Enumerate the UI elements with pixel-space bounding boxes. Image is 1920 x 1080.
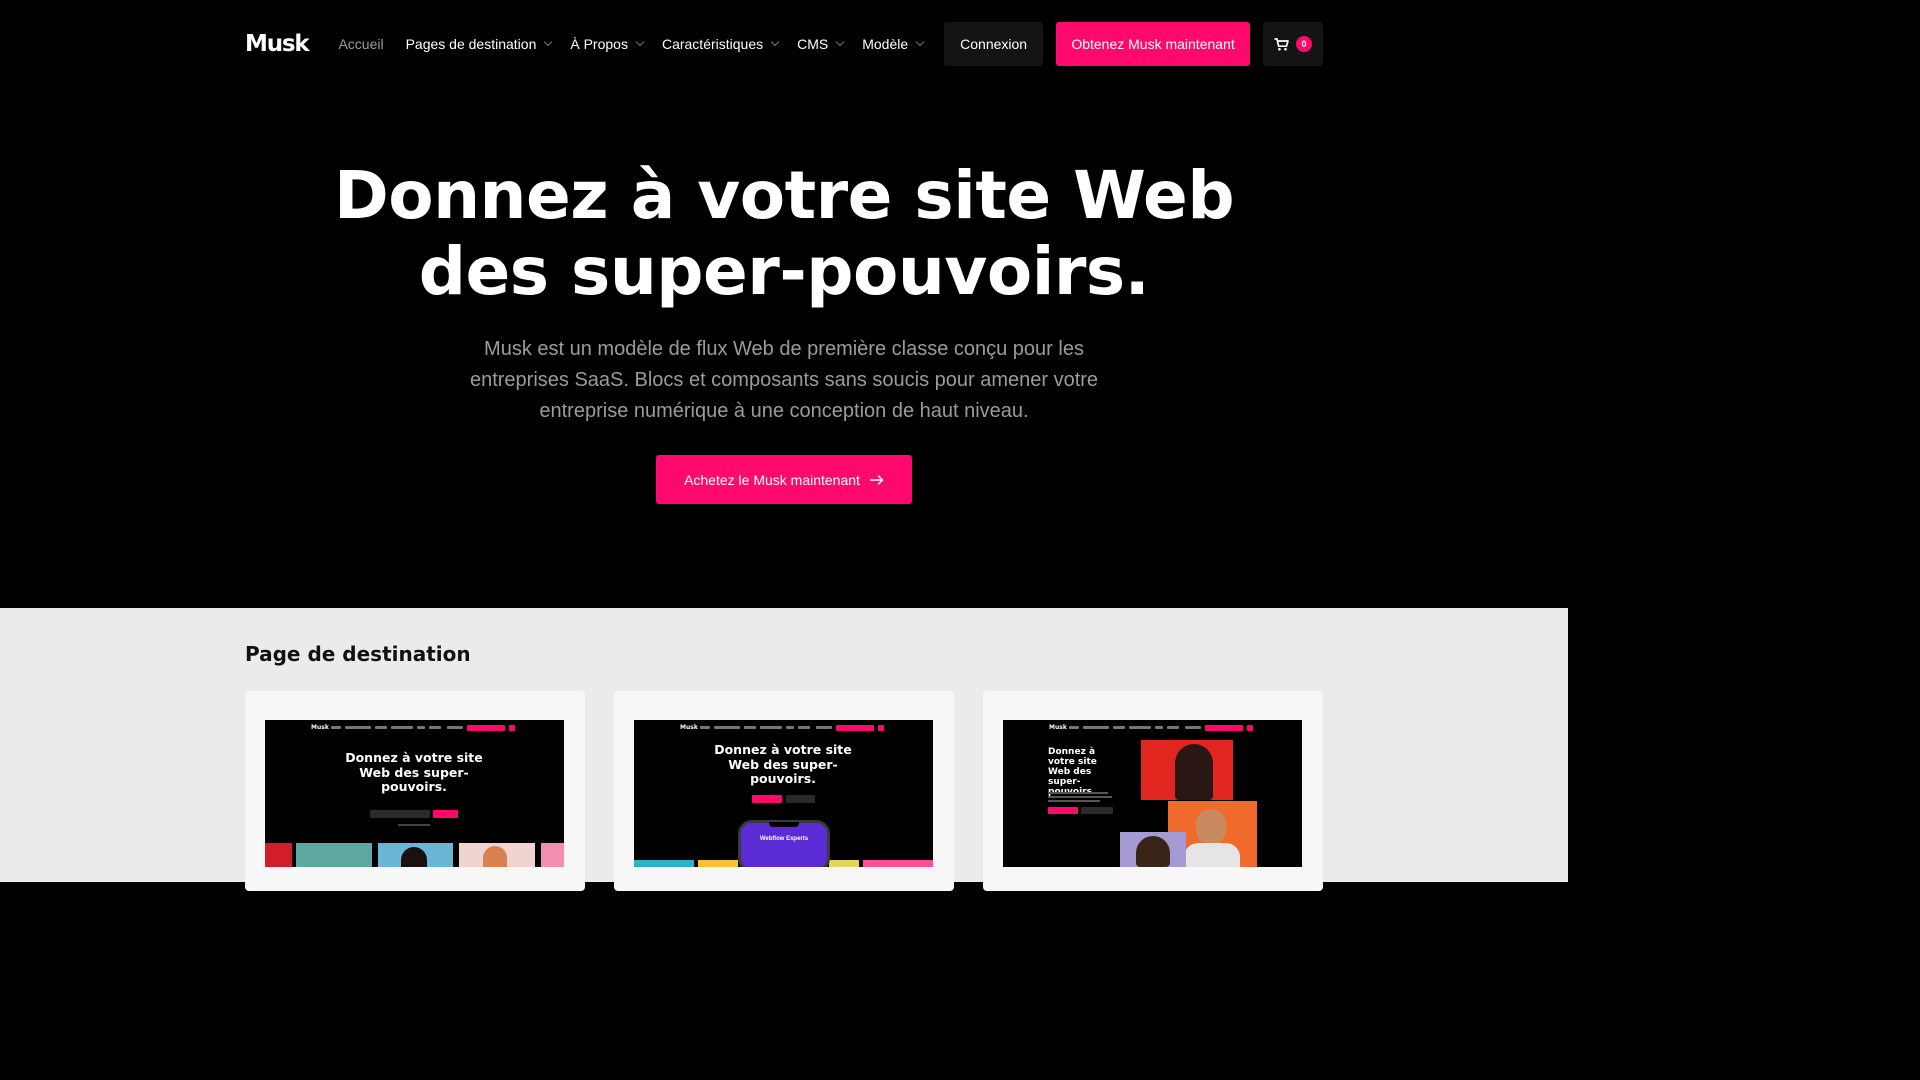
thumbnail-nav-link (429, 726, 441, 729)
thumbnail-nav: Musk (265, 724, 564, 732)
landing-card-thumbnail: Musk Donnez à votre site Web des super-p… (634, 720, 933, 867)
thumbnail-cart (509, 725, 515, 731)
thumbnail-cart (878, 725, 884, 731)
landing-card-thumbnail: Musk Donnez à votre site Web des super-p… (1003, 720, 1302, 867)
nav-item-pages-de-destination[interactable]: Pages de destination (405, 36, 553, 52)
thumbnail-nav-button (1205, 725, 1243, 731)
thumbnail-nav-link (1113, 726, 1125, 729)
thumbnail-nav-link (744, 726, 756, 729)
thumbnail-image-strip (265, 843, 564, 867)
thumbnail-nav-link (331, 726, 341, 729)
buy-musk-button[interactable]: Achetez le Musk maintenant (656, 455, 912, 504)
thumbnail-logo: Musk (311, 724, 329, 731)
thumbnail-nav-button (836, 725, 874, 731)
thumbnail-submit-button (433, 810, 458, 818)
top-navigation: Musk Accueil Pages de destination À Prop… (245, 22, 1323, 66)
thumbnail-nav-link (375, 726, 387, 729)
nav-item-caracteristiques[interactable]: Caractéristiques (661, 36, 780, 52)
hero-subtitle: Musk est un modèle de flux Web de premiè… (440, 334, 1128, 427)
nav-item-cms[interactable]: CMS (797, 36, 845, 52)
thumbnail-nav-link (1167, 726, 1179, 729)
hero-section: Musk Accueil Pages de destination À Prop… (0, 0, 1568, 608)
thumbnail-nav-link (1069, 726, 1079, 729)
landing-card-thumbnail: Musk Donnez à votre site Web des super-p… (265, 720, 564, 867)
thumbnail-secondary-button (786, 795, 815, 803)
landing-card[interactable]: Musk Donnez à votre site Web des super-p… (245, 691, 585, 891)
thumbnail-nav: Musk (634, 724, 933, 732)
thumbnail-nav-link (391, 726, 413, 729)
nav-item-label: Modèle (862, 36, 909, 52)
cart-icon (1274, 37, 1289, 50)
hero-title-line: des super-pouvoirs. (418, 233, 1150, 310)
thumbnail-nav-button (467, 725, 505, 731)
thumbnail-text-line (1048, 792, 1108, 794)
thumbnail-nav-link (786, 726, 794, 729)
nav-item-label: À Propos (570, 36, 628, 52)
thumbnail-logo: Musk (1049, 724, 1067, 731)
thumbnail-caption (398, 824, 430, 826)
thumbnail-text-line (1048, 800, 1100, 802)
thumbnail-secondary-button (1081, 807, 1113, 814)
thumbnail-nav-link (1155, 726, 1163, 729)
thumbnail-text-line (1048, 796, 1112, 798)
get-musk-button[interactable]: Obtenez Musk maintenant (1056, 22, 1250, 66)
hero-subtitle-line: entreprises SaaS. Blocs et composants sa… (469, 369, 1099, 391)
thumbnail-nav-link (760, 726, 782, 729)
hero-subtitle-line: Musk est un modèle de flux Web de premiè… (484, 338, 1084, 360)
thumbnail-nav-link (816, 726, 832, 729)
thumbnail-photo-portrait (1141, 740, 1233, 800)
thumbnail-nav: Musk (1003, 724, 1302, 732)
chevron-down-icon (770, 37, 780, 47)
cart-count-badge: 0 (1295, 36, 1312, 52)
thumbnail-nav-link (447, 726, 463, 729)
login-button[interactable]: Connexion (944, 22, 1044, 66)
buy-musk-button-label: Achetez le Musk maintenant (684, 471, 860, 488)
thumbnail-nav-link (1185, 726, 1201, 729)
hero-title-line: Donnez à votre site Web (333, 157, 1235, 234)
thumbnail-email-input (370, 810, 430, 818)
landing-card[interactable]: Musk Donnez à votre site Web des super-p… (983, 691, 1323, 891)
nav-item-label: Caractéristiques (661, 36, 764, 52)
cart-button[interactable]: 0 (1262, 22, 1323, 66)
thumbnail-photo-curly (1120, 832, 1186, 867)
arrow-right-icon (869, 474, 884, 485)
nav-item-label: CMS (797, 36, 829, 52)
thumbnail-primary-button (752, 795, 782, 803)
nav-item-modele[interactable]: Modèle (862, 36, 925, 52)
thumbnail-nav-link (700, 726, 710, 729)
thumbnail-nav-link (1129, 726, 1151, 729)
nav-item-label: Accueil (338, 36, 384, 52)
thumbnail-nav-link (798, 726, 810, 729)
chevron-down-icon (635, 37, 645, 47)
brand-logo[interactable]: Musk (245, 31, 310, 57)
thumbnail-nav-link (345, 726, 371, 729)
thumbnail-title: Donnez à votre site Web des super-pouvoi… (345, 750, 483, 794)
thumbnail-nav-link (1083, 726, 1109, 729)
section-title: Page de destination (245, 642, 471, 666)
thumbnail-primary-button (1048, 807, 1078, 814)
thumbnail-nav-link (417, 726, 425, 729)
thumbnail-title: Donnez à votre site Web des super-pouvoi… (714, 742, 852, 786)
hero-subtitle-line: entreprise numérique à une conception de… (539, 400, 1029, 422)
chevron-down-icon (915, 37, 925, 47)
thumbnail-logo: Musk (680, 724, 698, 731)
thumbnail-phone-label: Webflow Experts (759, 836, 809, 842)
thumbnail-title: Donnez à votre site Web des super-pouvoi… (1048, 747, 1097, 797)
nav-item-label: Pages de destination (405, 36, 537, 52)
landing-pages-section: Page de destination Musk Donnez à votre … (0, 608, 1568, 891)
hero-title: Donnez à votre site Web des super-pouvoi… (0, 158, 1568, 310)
nav-item-a-propos[interactable]: À Propos (570, 36, 645, 52)
landing-card[interactable]: Musk Donnez à votre site Web des super-p… (614, 691, 954, 891)
chevron-down-icon (544, 37, 553, 47)
nav-item-accueil[interactable]: Accueil (338, 36, 383, 52)
thumbnail-phone: Webflow Experts (738, 820, 830, 867)
chevron-down-icon (835, 37, 845, 47)
thumbnail-nav-link (714, 726, 740, 729)
thumbnail-cart (1247, 725, 1253, 731)
